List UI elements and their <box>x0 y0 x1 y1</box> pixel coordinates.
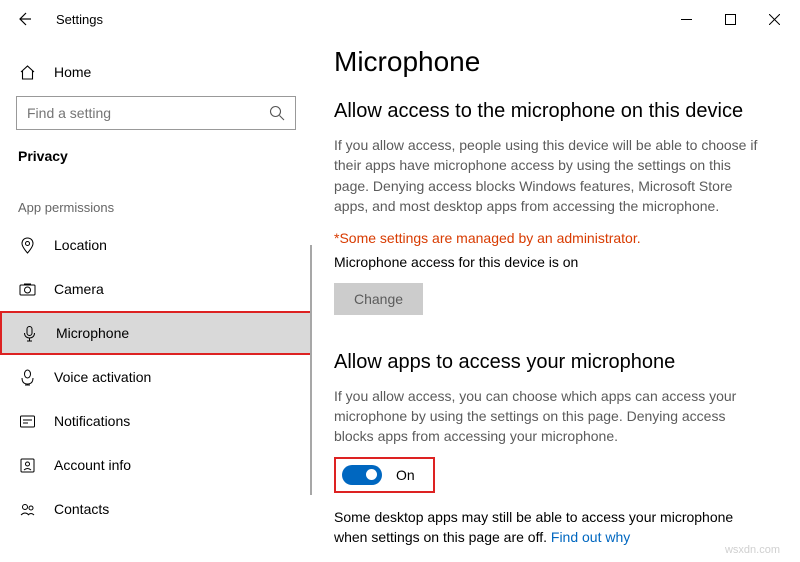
sidebar-item-camera[interactable]: Camera <box>0 267 312 311</box>
notifications-icon <box>18 412 36 430</box>
sidebar-item-location[interactable]: Location <box>0 223 312 267</box>
close-button[interactable] <box>752 3 796 35</box>
minimize-button[interactable] <box>664 3 708 35</box>
section1-heading: Allow access to the microphone on this d… <box>334 100 760 123</box>
apps-access-toggle[interactable] <box>342 465 382 485</box>
maximize-button[interactable] <box>708 3 752 35</box>
sidebar-item-label: Microphone <box>56 325 129 341</box>
location-icon <box>18 236 36 254</box>
sidebar-item-account-info[interactable]: Account info <box>0 443 312 487</box>
home-icon <box>18 63 36 81</box>
breadcrumb: Privacy <box>0 140 312 182</box>
change-button[interactable]: Change <box>334 283 423 315</box>
page-title: Microphone <box>334 46 760 78</box>
nav-home-label: Home <box>54 64 91 80</box>
admin-warning: *Some settings are managed by an adminis… <box>334 228 760 248</box>
sidebar-item-label: Camera <box>54 281 104 297</box>
close-icon <box>769 14 780 25</box>
microphone-icon <box>20 324 38 342</box>
sidebar-item-voice-activation[interactable]: Voice activation <box>0 355 312 399</box>
sidebar-item-label: Account info <box>54 457 131 473</box>
section1-body: If you allow access, people using this d… <box>334 135 760 216</box>
sidebar-item-label: Contacts <box>54 501 109 517</box>
search-icon <box>269 105 285 121</box>
nav-home[interactable]: Home <box>0 50 312 94</box>
voice-icon <box>18 368 36 386</box>
camera-icon <box>18 280 36 298</box>
window-title: Settings <box>56 12 103 27</box>
sidebar-item-label: Voice activation <box>54 369 151 385</box>
desktop-apps-note: Some desktop apps may still be able to a… <box>334 507 760 548</box>
minimize-icon <box>681 14 692 25</box>
scrollbar[interactable] <box>310 245 312 495</box>
section2-body: If you allow access, you can choose whic… <box>334 386 760 447</box>
sidebar-item-notifications[interactable]: Notifications <box>0 399 312 443</box>
sidebar-item-label: Location <box>54 237 107 253</box>
apps-access-toggle-row: On <box>334 457 435 493</box>
sidebar-item-microphone[interactable]: Microphone <box>0 311 312 355</box>
watermark: wsxdn.com <box>725 544 780 556</box>
device-access-status: Microphone access for this device is on <box>334 252 760 272</box>
section-header-app-permissions: App permissions <box>0 182 312 223</box>
back-button[interactable] <box>4 0 44 38</box>
maximize-icon <box>725 14 736 25</box>
search-input-wrapper[interactable] <box>16 96 296 130</box>
account-icon <box>18 456 36 474</box>
contacts-icon <box>18 500 36 518</box>
arrow-left-icon <box>15 10 33 28</box>
section2-heading: Allow apps to access your microphone <box>334 351 760 374</box>
sidebar-item-label: Notifications <box>54 413 130 429</box>
sidebar-item-contacts[interactable]: Contacts <box>0 487 312 531</box>
search-input[interactable] <box>27 105 269 121</box>
toggle-state-label: On <box>396 467 415 483</box>
find-out-why-link[interactable]: Find out why <box>551 529 630 545</box>
toggle-knob <box>366 469 377 480</box>
